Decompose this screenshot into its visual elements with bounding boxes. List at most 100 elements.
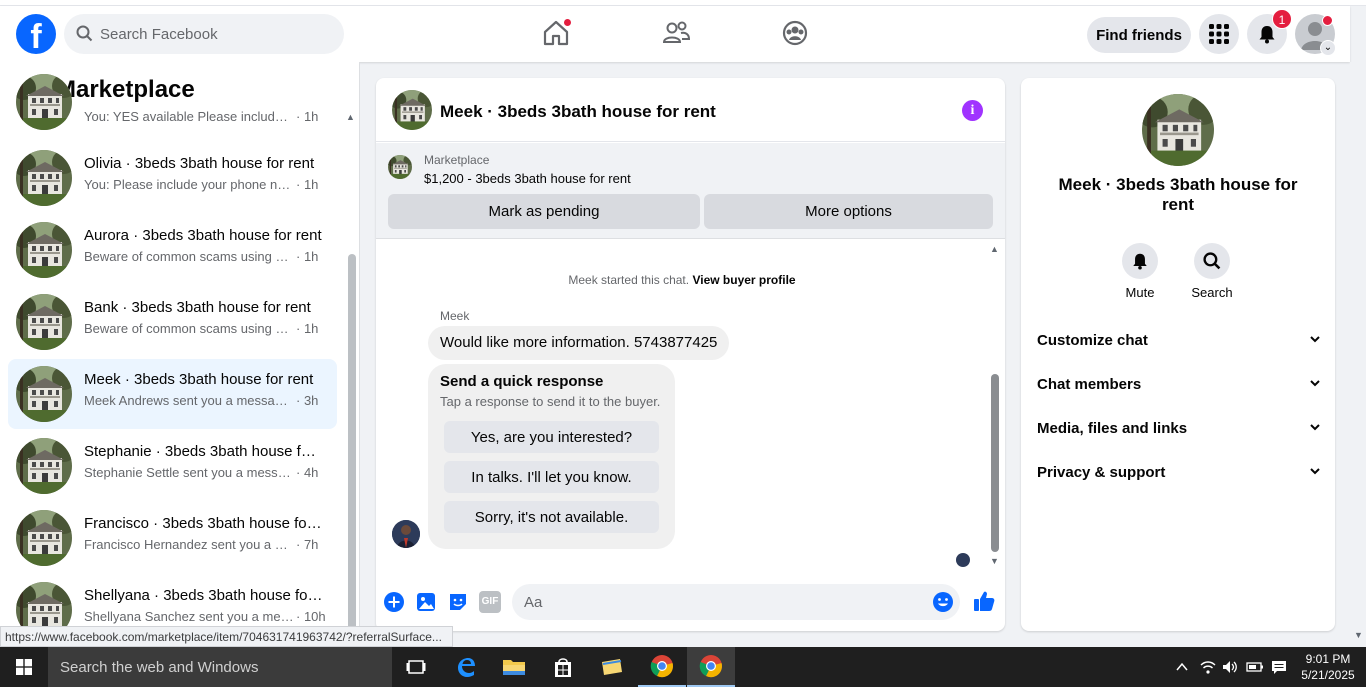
message-input[interactable]	[524, 584, 914, 620]
chat-scroll-thumb[interactable]	[991, 374, 999, 552]
message-input-box[interactable]	[512, 584, 960, 620]
thumbs-up-icon[interactable]	[972, 589, 996, 613]
show-hidden-icons-chevron-icon[interactable]	[1176, 662, 1188, 672]
edge-icon	[458, 658, 475, 677]
section-media-files-links[interactable]: Media, files and links	[1029, 408, 1327, 448]
conversation-row[interactable]: Bank · 3beds 3bath house for rent Beware…	[8, 287, 337, 357]
listing-category: Marketplace	[424, 153, 490, 167]
conversation-row[interactable]: Stephanie · 3beds 3bath house for rent S…	[8, 431, 337, 501]
conversation-preview: Meek Andrews sent you a message about yo…	[84, 393, 294, 408]
photo-icon[interactable]	[415, 591, 437, 613]
quick-response-title: Send a quick response	[440, 373, 604, 390]
battery-icon[interactable]	[1246, 659, 1264, 675]
groups-icon[interactable]	[780, 18, 810, 48]
chevron-down-icon	[1310, 424, 1320, 431]
sender-name: Meek	[440, 309, 470, 323]
mute-action[interactable]: Mute	[1110, 243, 1170, 300]
listing-thumbnail	[16, 150, 72, 206]
top-navigation-bar: f Find friends 1 ⌄	[0, 6, 1350, 62]
conversation-row[interactable]: Francisco · 3beds 3bath house for rent F…	[8, 503, 337, 573]
listing-thumbnail	[388, 155, 412, 179]
conversation-row-active[interactable]: Meek · 3beds 3bath house for rent Meek A…	[8, 359, 337, 429]
store-app[interactable]	[539, 647, 587, 687]
search-in-chat-button[interactable]	[1194, 243, 1230, 279]
system-clock[interactable]: 9:01 PM 5/21/2025	[1298, 651, 1358, 683]
section-label: Privacy & support	[1037, 464, 1166, 481]
edge-browser-app[interactable]	[442, 647, 490, 687]
conversation-preview: Beware of common scams using payment app…	[84, 249, 294, 264]
menu-button[interactable]	[1199, 14, 1239, 54]
chrome-icon	[699, 655, 722, 678]
wifi-icon[interactable]	[1200, 659, 1216, 675]
quick-response-not-available-button[interactable]: Sorry, it's not available.	[444, 501, 659, 533]
listing-thumbnail	[16, 294, 72, 350]
conversation-preview: Stephanie Settle sent you a message abou…	[84, 465, 294, 480]
conversation-row[interactable]: You: YES available Please include your p…	[8, 88, 337, 136]
listing-price-title[interactable]: $1,200 - 3beds 3bath house for rent	[424, 171, 631, 186]
section-privacy-support[interactable]: Privacy & support	[1029, 452, 1327, 492]
chat-scroll-down-icon[interactable]: ▼	[990, 556, 999, 566]
chevron-down-icon	[1310, 468, 1320, 475]
mark-as-pending-button[interactable]: Mark as pending	[388, 194, 700, 229]
chevron-down-icon	[1310, 380, 1320, 387]
page-scroll-down-icon[interactable]: ▼	[1354, 630, 1363, 640]
conversation-name: Aurora · 3beds 3bath house for rent	[84, 227, 322, 244]
find-friends-button[interactable]: Find friends	[1087, 17, 1191, 53]
notification-count-badge: 1	[1272, 9, 1292, 29]
info-icon[interactable]: i	[962, 100, 983, 121]
conversation-preview: Beware of common scams using payment app…	[84, 321, 294, 336]
home-notification-dot	[563, 18, 572, 27]
listing-thumbnail	[16, 222, 72, 278]
chat-scroll-up-icon[interactable]: ▲	[990, 244, 999, 254]
gif-icon[interactable]: GIF	[479, 591, 501, 613]
search-action[interactable]: Search	[1182, 243, 1242, 300]
page-scrollbar[interactable]	[1350, 62, 1366, 647]
task-view-icon	[406, 660, 426, 674]
sticky-notes-app[interactable]	[588, 647, 636, 687]
search-facebook-box[interactable]	[64, 14, 344, 54]
listing-thumbnail	[392, 90, 432, 130]
link-status-bar: https://www.facebook.com/marketplace/ite…	[0, 626, 453, 647]
windows-logo-icon	[16, 659, 32, 675]
taskbar-search-box[interactable]	[48, 647, 392, 687]
search-input[interactable]	[100, 14, 330, 54]
view-buyer-profile-link[interactable]: View buyer profile	[692, 273, 795, 287]
chat-info-panel: Meek · 3beds 3bath house for rent Mute S…	[1021, 78, 1335, 631]
section-customize-chat[interactable]: Customize chat	[1029, 320, 1327, 360]
mute-button[interactable]	[1122, 243, 1158, 279]
mute-label: Mute	[1125, 285, 1155, 300]
facebook-logo[interactable]: f	[16, 14, 56, 54]
section-label: Media, files and links	[1037, 420, 1188, 437]
quick-response-in-talks-button[interactable]: In talks. I'll let you know.	[444, 461, 659, 493]
bell-icon	[1133, 253, 1147, 270]
more-options-button[interactable]: More options	[704, 194, 993, 229]
chrome-app-active[interactable]	[687, 647, 735, 687]
conversation-row[interactable]: Aurora · 3beds 3bath house for rent Bewa…	[8, 215, 337, 285]
search-icon	[76, 25, 93, 42]
chrome-app[interactable]	[638, 647, 686, 687]
bell-icon	[1259, 26, 1275, 44]
quick-response-yes-button[interactable]: Yes, are you interested?	[444, 421, 659, 453]
emoji-icon[interactable]	[932, 591, 954, 613]
scroll-up-arrow-icon[interactable]: ▲	[346, 112, 355, 122]
sticker-icon[interactable]	[447, 591, 469, 613]
volume-icon[interactable]	[1222, 659, 1238, 675]
sidebar-scroll-thumb[interactable]	[348, 254, 356, 634]
marketplace-inbox-sidebar: ← Marketplace You: YES available Please …	[0, 62, 360, 647]
conversation-row[interactable]: Olivia · 3beds 3bath house for rent You:…	[8, 143, 337, 213]
task-view-button[interactable]	[392, 647, 440, 687]
listing-thumbnail-large	[1142, 94, 1214, 166]
plus-circle-icon[interactable]	[383, 591, 405, 613]
conversation-name: Stephanie · 3beds 3bath house for rent	[84, 443, 324, 460]
account-chevron-icon[interactable]: ⌄	[1320, 40, 1336, 56]
start-button[interactable]	[0, 647, 48, 687]
profile-notification-dot	[1322, 15, 1333, 26]
friends-icon[interactable]	[661, 18, 691, 48]
conversation-name: Meek · 3beds 3bath house for rent	[84, 371, 314, 388]
file-explorer-app[interactable]	[490, 647, 538, 687]
action-center-icon[interactable]	[1271, 659, 1287, 675]
chat-title[interactable]: Meek · 3beds 3bath house for rent	[440, 102, 716, 122]
taskbar-search-input[interactable]	[60, 647, 380, 687]
sender-avatar[interactable]	[392, 520, 420, 548]
section-chat-members[interactable]: Chat members	[1029, 364, 1327, 404]
